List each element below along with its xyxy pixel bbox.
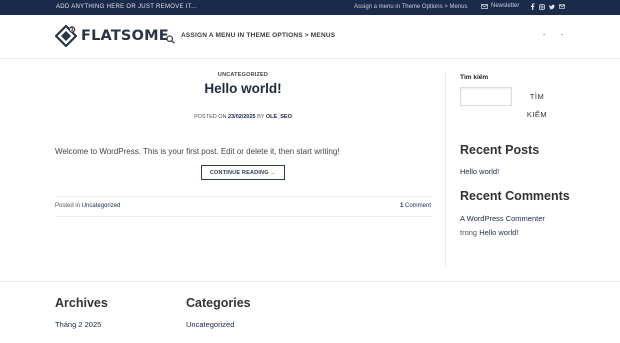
logo-text: FLATSOME xyxy=(81,28,169,44)
meta-by: BY xyxy=(257,114,265,120)
search-icon[interactable] xyxy=(166,31,175,49)
comments-label: Comment xyxy=(404,203,431,209)
posted-in: Posted in Uncategorized xyxy=(55,203,120,209)
post-excerpt: Welcome to WordPress. This is your first… xyxy=(55,147,340,156)
divider xyxy=(55,196,431,197)
email-icon[interactable] xyxy=(559,3,565,10)
post-category[interactable]: UNCATEGORIZED xyxy=(55,72,431,78)
main-nav-hint[interactable]: ASSIGN A MENU IN THEME OPTIONS > MENUS xyxy=(181,32,335,39)
post-author[interactable]: OLE_SEO xyxy=(266,114,292,120)
social-icons xyxy=(529,3,565,10)
posted-in-category[interactable]: Uncategorized xyxy=(82,203,121,209)
comment-author-link[interactable]: A WordPress Commenter xyxy=(460,214,545,223)
header-menu-item[interactable]: - xyxy=(543,32,545,39)
posted-in-label: Posted in xyxy=(55,203,81,209)
categories-heading: Categories xyxy=(186,296,251,310)
post-title[interactable]: Hello world! xyxy=(55,81,431,96)
instagram-icon[interactable] xyxy=(539,3,545,10)
comment-connector: trong xyxy=(460,228,478,237)
divider xyxy=(55,216,431,217)
recent-posts-heading: Recent Posts xyxy=(460,143,540,157)
search-input[interactable] xyxy=(460,87,512,106)
continue-reading-button[interactable]: CONTINUE READING → xyxy=(201,165,285,180)
post-meta: POSTED ON 23/02/2025 BY OLE_SEO xyxy=(55,114,431,120)
categories-link[interactable]: Uncategorized xyxy=(186,320,234,329)
comments-link[interactable]: 1 Comment xyxy=(400,203,431,209)
search-widget-label: Tìm kiếm xyxy=(460,74,489,81)
flatsome-logo-icon: 3 xyxy=(55,25,77,47)
comments-count: 1 xyxy=(399,203,404,209)
comment-post-link[interactable]: Hello world! xyxy=(479,228,518,237)
top-bar-text: ADD ANYTHING HERE OR JUST REMOVE IT... xyxy=(56,4,197,10)
recent-comments-heading: Recent Comments xyxy=(460,189,570,203)
recent-comment-entry: trong Hello world! xyxy=(460,228,518,237)
meta-prefix: POSTED ON xyxy=(194,114,227,120)
facebook-icon[interactable] xyxy=(529,3,535,10)
twitter-icon[interactable] xyxy=(549,3,555,10)
search-submit-button[interactable]: TÌM KIẾM xyxy=(520,88,554,124)
header-menu-item[interactable]: - xyxy=(561,32,563,39)
site-logo[interactable]: 3 FLATSOME xyxy=(55,25,169,47)
site-header: 3 FLATSOME ASSIGN A MENU IN THEME OPTION… xyxy=(0,15,620,59)
archives-link[interactable]: Tháng 2 2025 xyxy=(55,320,101,329)
newsletter-link[interactable]: Newsletter xyxy=(481,3,519,9)
search-button-line: KIẾM xyxy=(526,110,548,119)
archives-heading: Archives xyxy=(55,296,108,310)
top-bar-menu-hint[interactable]: Assign a menu in Theme Options > Menus xyxy=(354,4,467,10)
footer-separator xyxy=(0,281,620,282)
newsletter-label: Newsletter xyxy=(491,3,520,9)
top-bar: ADD ANYTHING HERE OR JUST REMOVE IT... A… xyxy=(0,0,620,15)
svg-text:3: 3 xyxy=(71,27,74,32)
sidebar-divider xyxy=(445,71,446,267)
search-button-line: TÌM xyxy=(529,92,545,101)
post-date[interactable]: 23/02/2025 xyxy=(228,114,256,120)
envelope-icon xyxy=(481,3,488,9)
recent-post-link[interactable]: Hello world! xyxy=(460,167,499,176)
